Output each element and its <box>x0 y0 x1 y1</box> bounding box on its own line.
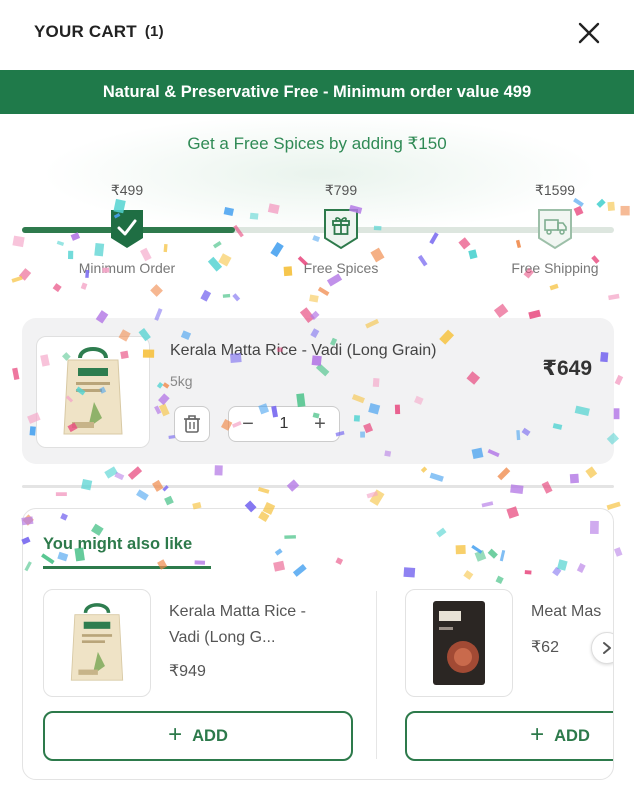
cart-count: (1) <box>144 23 164 40</box>
tier-price-shipping: ₹1599 <box>534 182 576 198</box>
confetti-piece <box>493 303 509 318</box>
gift-icon <box>324 209 358 250</box>
confetti-piece <box>606 501 621 510</box>
reco-product-name-line2: Vadi (Long G... <box>169 629 276 646</box>
confetti-piece <box>52 283 62 293</box>
quantity-value: 1 <box>279 415 289 432</box>
plus-icon: + <box>530 721 545 748</box>
chevron-right-icon <box>603 642 611 654</box>
confetti-piece <box>164 495 174 506</box>
add-button-label: ADD <box>554 726 590 745</box>
confetti-piece <box>366 491 379 499</box>
confetti-piece <box>127 466 143 480</box>
reco-product-image[interactable] <box>43 589 151 697</box>
decrement-button[interactable]: − <box>237 413 259 435</box>
confetti-piece <box>80 282 88 290</box>
add-to-cart-button[interactable]: + ADD <box>405 711 613 761</box>
cart-title-text: YOUR CART <box>34 22 137 41</box>
milestone-minimum-order <box>108 206 146 250</box>
confetti-piece <box>55 492 67 497</box>
reco-product-name-line1: Meat Mas <box>531 603 602 620</box>
confetti-piece <box>369 489 385 506</box>
confetti-piece <box>613 547 623 557</box>
tier-price-minimum: ₹499 <box>110 182 144 198</box>
confetti-piece <box>222 293 231 298</box>
reco-card: Meat Mas ₹62 + ADD <box>405 589 613 769</box>
add-button-label: ADD <box>192 726 228 745</box>
confetti-piece <box>608 293 620 301</box>
confetti-piece <box>429 472 444 482</box>
recommendations-title: You might also like <box>43 535 193 553</box>
reco-product-image[interactable] <box>405 589 513 697</box>
confetti-piece <box>317 286 330 296</box>
reco-card-separator <box>376 591 377 759</box>
add-to-cart-button[interactable]: + ADD <box>43 711 353 761</box>
confetti-piece <box>481 501 494 508</box>
tier-label-shipping: Free Shipping <box>511 260 599 276</box>
confetti-piece <box>214 465 223 476</box>
close-icon <box>578 22 600 44</box>
confetti-piece <box>497 467 511 481</box>
check-icon <box>111 210 143 248</box>
promo-banner-text: Natural & Preservative Free - Minimum or… <box>102 82 532 101</box>
confetti-piece <box>150 284 163 297</box>
product-price: ₹649 <box>542 357 592 380</box>
cart-title: YOUR CART (1) <box>34 22 164 42</box>
reco-product-price: ₹62 <box>531 639 559 656</box>
cart-header: YOUR CART (1) <box>0 0 638 70</box>
confetti-piece <box>549 283 559 291</box>
tier-label-minimum: Minimum Order <box>78 260 176 276</box>
product-weight: 5kg <box>170 373 193 389</box>
plus-icon: + <box>168 721 183 748</box>
tier-price-spices: ₹799 <box>324 182 358 198</box>
remove-item-button[interactable] <box>174 406 210 442</box>
offer-progress: ₹499 ₹799 ₹1599 Minimum Order Free Spice… <box>0 178 638 278</box>
trash-icon <box>184 415 200 433</box>
section-divider <box>22 485 614 488</box>
spice-pack-icon <box>433 601 485 685</box>
offer-message: Get a Free Spices by adding ₹150 <box>187 134 447 153</box>
product-name[interactable]: Kerala Matta Rice - Vadi (Long Grain) <box>170 342 436 360</box>
confetti-piece <box>309 294 319 303</box>
cart-drawer: YOUR CART (1) Natural & Preservative Fre… <box>0 0 638 800</box>
cart-item: Kerala Matta Rice - Vadi (Long Grain) 5k… <box>22 318 614 464</box>
confetti-piece <box>114 471 125 481</box>
confetti-piece <box>200 289 212 302</box>
confetti-piece <box>614 374 624 386</box>
reco-product-name[interactable]: Meat Mas <box>531 599 613 625</box>
confetti-piece <box>420 466 428 473</box>
tier-label-spices: Free Spices <box>303 260 379 276</box>
reco-product-price: ₹949 <box>169 663 206 680</box>
confetti-piece <box>585 466 598 479</box>
rice-bag-icon <box>70 603 124 681</box>
confetti-piece <box>12 367 20 380</box>
reco-product-name-line1: Kerala Matta Rice - <box>169 603 306 620</box>
confetti-piece <box>136 489 149 501</box>
truck-icon <box>538 209 572 250</box>
confetti-piece <box>232 293 241 302</box>
reco-card: Kerala Matta Rice - Vadi (Long G... ₹949… <box>43 589 373 769</box>
recommendations-title-underline <box>43 566 211 569</box>
quantity-stepper: − 1 + <box>228 406 340 442</box>
confetti-piece <box>613 408 620 420</box>
increment-button[interactable]: + <box>309 413 331 435</box>
rice-bag-icon <box>63 347 123 435</box>
close-button[interactable] <box>574 18 604 48</box>
milestone-free-spices <box>322 206 360 250</box>
reco-product-name[interactable]: Kerala Matta Rice - Vadi (Long G... <box>169 599 359 651</box>
confetti-piece <box>104 466 118 479</box>
recommendations-panel: You might also like Kerala Matta Rice - … <box>22 508 614 780</box>
promo-banner: Natural & Preservative Free - Minimum or… <box>0 70 634 114</box>
confetti-piece <box>569 473 579 484</box>
product-image[interactable] <box>36 336 150 448</box>
milestone-free-shipping <box>536 206 574 250</box>
